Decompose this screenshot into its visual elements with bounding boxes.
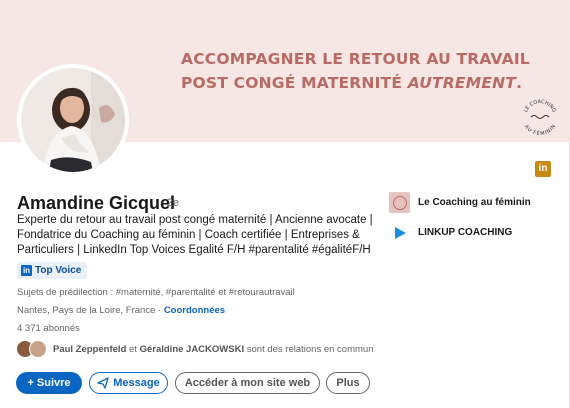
play-arrow-icon <box>389 222 410 243</box>
svg-text:AU FÉMININ: AU FÉMININ <box>523 124 557 137</box>
mutual-connections-avatars[interactable] <box>16 340 50 358</box>
banner-line-2-prefix: POST CONGÉ MATERNITÉ <box>181 74 408 92</box>
more-button[interactable]: Plus <box>326 372 370 394</box>
mutual-name-2: Géraldine JACKOWSKI <box>139 344 245 355</box>
mutual-connections-text[interactable]: Paul Zeppenfeld et Géraldine JACKOWSKI s… <box>53 344 373 355</box>
banner-line-2-emphasis: AUTREMENT <box>407 74 517 92</box>
svg-text:LE COACHING: LE COACHING <box>523 99 557 114</box>
seal-top-text: LE COACHING <box>523 99 557 114</box>
paper-plane-icon <box>97 377 109 389</box>
profile-card: ACCOMPAGNER LE RETOUR AU TRAVAIL POST CO… <box>0 0 570 408</box>
connection-degree: · 2e <box>160 197 179 209</box>
profile-topics: Sujets de prédilection : #maternité, #pa… <box>17 287 295 298</box>
top-voice-label: Top Voice <box>35 265 82 276</box>
current-company-link[interactable]: Le Coaching au féminin <box>389 192 531 213</box>
website-button[interactable]: Accéder à mon site web <box>175 372 320 394</box>
profile-photo-illustration <box>21 68 125 172</box>
profile-headline: Experte du retour au travail post congé … <box>17 214 373 256</box>
banner-line-1: ACCOMPAGNER LE RETOUR AU TRAVAIL <box>181 50 530 68</box>
location-separator: · <box>155 305 164 316</box>
profile-photo[interactable] <box>17 64 129 176</box>
mutual-name-1: Paul Zeppenfeld <box>53 344 127 355</box>
linkedin-small-icon: in <box>21 265 32 276</box>
follow-button[interactable]: + Suivre <box>16 372 82 394</box>
mutual-avatar <box>29 340 47 358</box>
banner-line-2-suffix: . <box>516 74 523 92</box>
banner-line-2: POST CONGÉ MATERNITÉ AUTREMENT. <box>181 74 522 92</box>
linkedin-icon[interactable]: in <box>535 161 551 177</box>
top-voice-badge[interactable]: in Top Voice <box>17 262 88 279</box>
education-link[interactable]: LINKUP COACHING <box>389 222 512 243</box>
seal-bottom-text: AU FÉMININ <box>523 124 557 137</box>
school-name: LINKUP COACHING <box>418 227 513 238</box>
message-button[interactable]: Message <box>89 372 168 394</box>
message-label: Message <box>113 377 160 389</box>
mutual-suffix: sont des relations en commun <box>244 344 374 355</box>
coaching-seal-logo: LE COACHING AU FÉMININ <box>523 99 557 137</box>
company-logo-icon <box>389 192 410 213</box>
followers-count[interactable]: 4 371 abonnés <box>17 323 80 334</box>
profile-name: Amandine Gicquel <box>17 193 176 213</box>
contact-info-link[interactable]: Coordonnées <box>164 305 225 316</box>
location-row: Nantes, Pays de la Loire, France · Coord… <box>17 305 225 316</box>
profile-location: Nantes, Pays de la Loire, France <box>17 305 156 316</box>
mutual-and: et <box>126 344 140 355</box>
current-company-name: Le Coaching au féminin <box>418 197 531 208</box>
